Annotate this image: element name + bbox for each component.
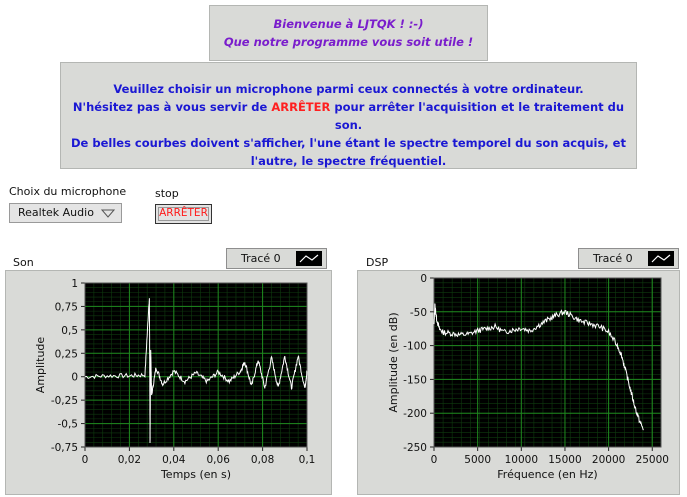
y-tick-label: -250 xyxy=(403,442,427,454)
x-tick-label: 15000 xyxy=(548,454,581,466)
x-tick-label: 25000 xyxy=(636,454,669,466)
y-axis-label: Amplitude (en dB) xyxy=(387,312,400,412)
y-tick-label: -200 xyxy=(403,408,427,420)
x-tick-label: 0 xyxy=(431,454,438,466)
x-tick-label: 20000 xyxy=(592,454,625,466)
y-tick-label: -100 xyxy=(403,341,427,353)
x-axis-label: Fréquence (en Hz) xyxy=(497,468,597,481)
x-tick-label: 5000 xyxy=(464,454,491,466)
y-tick-label: 0 xyxy=(420,273,427,285)
dsp-chart: 0 5000 10000 15000 20000 25000 0 -50 -100 -150 -20… xyxy=(387,273,669,481)
y-tick-label: -50 xyxy=(410,307,427,319)
x-tick-label: 10000 xyxy=(505,454,538,466)
y-tick-label: -150 xyxy=(403,374,427,386)
plot-area xyxy=(434,278,661,447)
